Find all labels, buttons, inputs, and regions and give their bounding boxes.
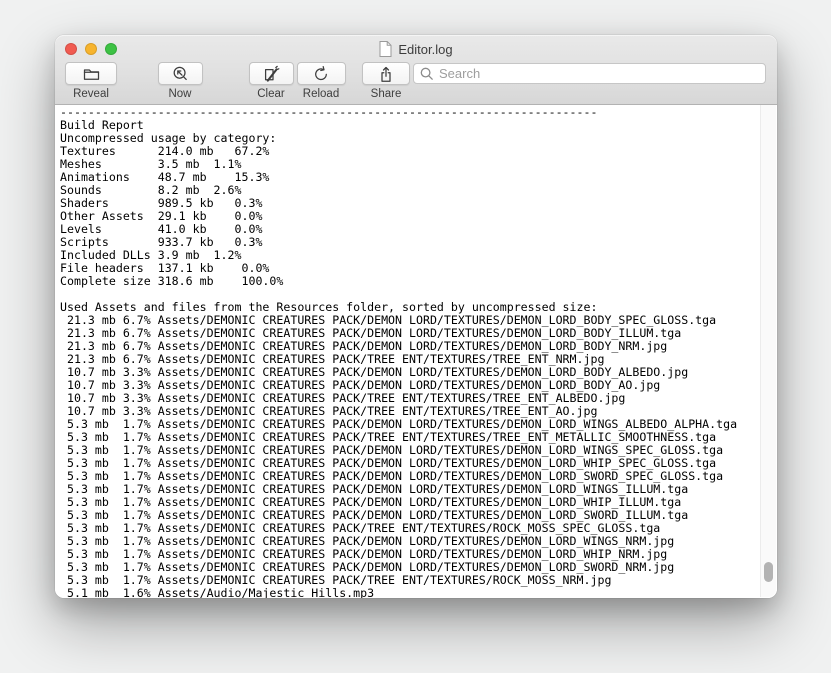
now-button-label: Now bbox=[168, 88, 191, 100]
reload-icon bbox=[312, 65, 330, 83]
reload-button[interactable] bbox=[297, 62, 346, 85]
reveal-button[interactable] bbox=[65, 62, 117, 85]
folder-icon bbox=[82, 65, 101, 82]
reveal-button-label: Reveal bbox=[73, 88, 109, 100]
locate-icon bbox=[171, 65, 189, 82]
document-icon bbox=[379, 41, 392, 57]
search-icon bbox=[419, 66, 434, 81]
zoom-button[interactable] bbox=[105, 43, 117, 55]
now-button[interactable] bbox=[158, 62, 203, 85]
log-content-pane: ----------------------------------------… bbox=[55, 105, 777, 598]
minimize-button[interactable] bbox=[85, 43, 97, 55]
scrollbar-thumb[interactable] bbox=[764, 562, 773, 582]
clear-button[interactable] bbox=[249, 62, 294, 85]
log-viewer-window: Editor.log Reveal Now bbox=[55, 35, 777, 598]
vertical-scrollbar[interactable] bbox=[760, 105, 776, 597]
reload-button-label: Reload bbox=[303, 88, 339, 100]
window-title: Editor.log bbox=[398, 42, 452, 57]
share-icon bbox=[377, 65, 395, 83]
search-field[interactable] bbox=[413, 63, 766, 84]
share-button-label: Share bbox=[371, 88, 402, 100]
window-titlebar[interactable]: Editor.log Reveal Now bbox=[55, 35, 777, 105]
log-text: ----------------------------------------… bbox=[60, 106, 760, 598]
clear-button-label: Clear bbox=[257, 88, 284, 100]
window-title-group: Editor.log bbox=[175, 40, 657, 58]
share-button[interactable] bbox=[362, 62, 410, 85]
search-input[interactable] bbox=[437, 65, 765, 82]
clear-icon bbox=[262, 65, 280, 82]
close-button[interactable] bbox=[65, 43, 77, 55]
